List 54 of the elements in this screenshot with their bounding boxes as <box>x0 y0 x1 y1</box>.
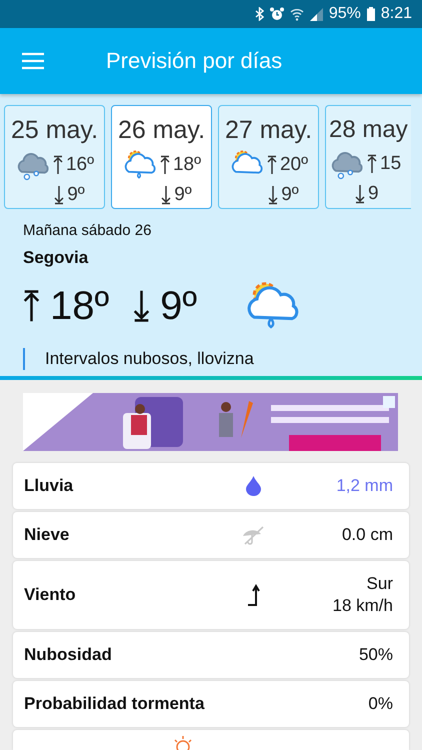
detail-value: 50% <box>358 644 393 666</box>
detail-value: 0% <box>367 693 393 715</box>
max-temp: 18º <box>172 154 202 176</box>
battery-percent: 95% <box>328 5 361 23</box>
max-temp-icon <box>266 155 277 175</box>
min-temp: 9º <box>160 284 197 328</box>
water-drop-icon <box>246 476 260 496</box>
min-temp-icon <box>54 185 64 205</box>
screen-title: Previsión por días <box>106 48 282 74</box>
detail-label: Nubosidad <box>24 645 113 665</box>
clock-time: 8:21 <box>380 5 412 23</box>
detail-label: Lluvia <box>24 476 74 496</box>
min-temp: 9º <box>67 184 85 206</box>
max-temp-icon <box>160 155 170 175</box>
detail-label: Nieve <box>24 525 70 545</box>
forecast-day: Mañana sábado 26 <box>23 222 399 239</box>
max-temp-icon <box>23 289 40 323</box>
max-temp-icon <box>52 155 63 175</box>
detail-value: 1,2 mm <box>335 475 393 497</box>
no-umbrella-icon <box>242 525 264 545</box>
max-temp-icon <box>367 154 377 174</box>
min-temp: 9º <box>281 184 299 206</box>
day-date: 28 may <box>329 116 408 144</box>
detail-value: 0.0 cm <box>340 524 393 546</box>
alarm-icon <box>270 7 284 21</box>
detail-label: Viento <box>24 585 77 605</box>
day-card[interactable]: 26 may. 18º 9º <box>111 105 212 209</box>
min-temp: 9 <box>368 183 379 205</box>
day-date: 26 may. <box>118 116 206 145</box>
min-temp-icon <box>133 289 150 323</box>
max-temp: 15 <box>380 153 402 175</box>
weather-description: Intervalos nubosos, llovizna <box>23 348 399 370</box>
day-card[interactable]: 28 may 15 9 <box>325 105 411 209</box>
day-date: 27 may. <box>224 116 312 145</box>
min-temp-icon <box>268 185 278 205</box>
min-temp-icon <box>161 185 172 205</box>
wind-arrow-icon <box>246 583 260 607</box>
wifi-icon <box>290 8 304 20</box>
day-card[interactable]: 27 may. 20º 9º <box>218 105 319 209</box>
min-temp: 9º <box>174 184 192 206</box>
battery-icon <box>366 7 375 21</box>
max-temp: 16º <box>66 154 94 176</box>
menu-button[interactable] <box>22 52 44 70</box>
day-card[interactable]: 25 may. 16º 9º <box>4 105 105 209</box>
detail-label: Probabilidad tormenta <box>24 694 206 714</box>
bluetooth-icon <box>254 7 264 21</box>
sun-icon <box>172 736 194 750</box>
detail-value: Sur 18 km/h <box>332 573 393 617</box>
max-temp: 18º <box>50 284 110 328</box>
signal-icon <box>310 8 323 20</box>
location-name: Segovia <box>23 248 90 268</box>
max-temp: 20º <box>280 154 308 176</box>
day-date: 25 may. <box>10 116 98 145</box>
min-temp-icon <box>355 184 365 204</box>
